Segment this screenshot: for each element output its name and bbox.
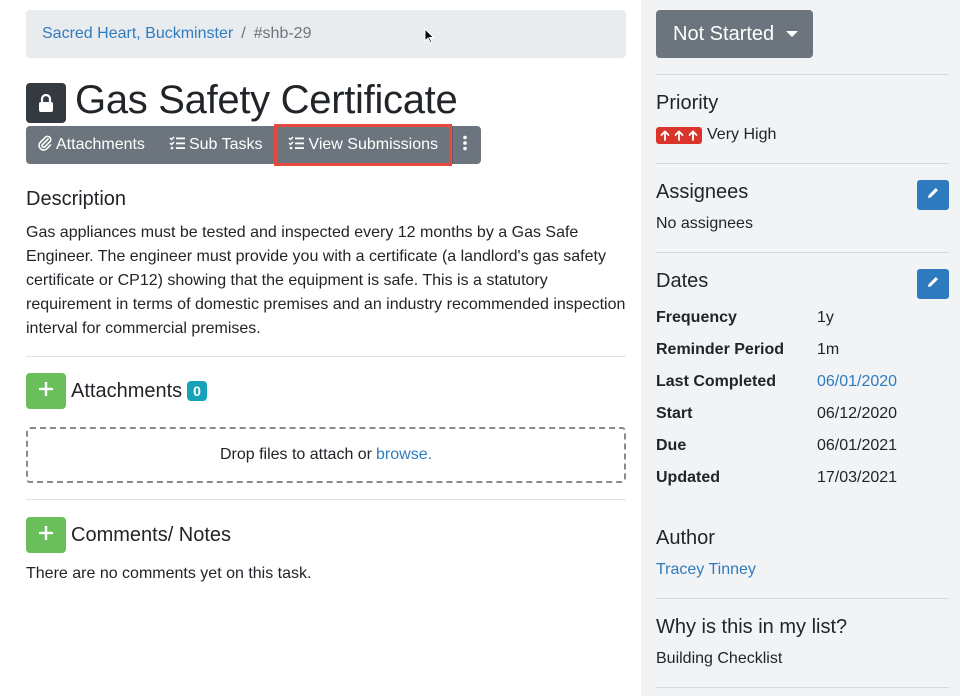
checklist-icon: [288, 135, 308, 155]
date-value: 17/03/2021: [817, 469, 898, 486]
divider: [26, 356, 626, 357]
edit-assignees-button[interactable]: [917, 180, 949, 210]
description-heading: Description: [26, 188, 127, 210]
title-row: Gas Safety Certificate: [26, 78, 458, 123]
plus-icon: [39, 381, 53, 401]
divider: [26, 499, 626, 500]
lock-icon: [26, 82, 66, 123]
dates-row-due: Due 06/01/2021: [656, 430, 897, 462]
dropzone-text: Drop files to attach or: [219, 446, 373, 463]
add-comment-button[interactable]: [26, 517, 66, 553]
dates-table: Frequency 1y Reminder Period 1m Last Com…: [656, 302, 897, 494]
date-value: 06/12/2020: [817, 405, 898, 422]
edit-dates-button[interactable]: [917, 269, 949, 299]
date-value: 1y: [817, 309, 834, 326]
divider: [656, 598, 949, 599]
status-label: Not Started: [673, 22, 775, 45]
dates-heading: Dates: [656, 270, 709, 292]
attachments-section-header: Attachments 0: [26, 373, 207, 409]
comments-heading: Comments/ Notes: [71, 523, 232, 546]
priority-arrows-icon: [656, 126, 702, 144]
date-value: 06/01/2021: [817, 437, 898, 454]
sub-tasks-button-label: Sub Tasks: [188, 136, 263, 153]
divider: [656, 687, 949, 688]
sub-tasks-button[interactable]: Sub Tasks: [157, 126, 275, 164]
priority-heading: Priority: [656, 92, 719, 114]
file-dropzone[interactable]: Drop files to attach or browse.: [26, 427, 626, 483]
breadcrumb-separator: /: [241, 25, 246, 42]
author-link[interactable]: Tracey Tinney: [656, 561, 756, 579]
date-label: Frequency: [656, 309, 737, 326]
paperclip-icon: [38, 135, 56, 156]
no-comments-text: There are no comments yet on this task.: [26, 565, 312, 582]
dates-row-reminder: Reminder Period 1m: [656, 334, 897, 366]
task-sidebar: Not Started Priority Very High Assignees…: [641, 0, 960, 696]
breadcrumb-task-ref: #shb-29: [253, 25, 312, 42]
description-text: Gas appliances must be tested and inspec…: [26, 224, 626, 337]
comments-section-header: Comments/ Notes: [26, 517, 231, 553]
priority-value: Very High: [656, 126, 776, 144]
date-value: 1m: [817, 341, 840, 358]
attachments-count-badge: 0: [187, 381, 207, 401]
attachments-button[interactable]: Attachments: [26, 126, 157, 164]
dates-row-updated: Updated 17/03/2021: [656, 462, 897, 494]
dates-row-start: Start 06/12/2020: [656, 398, 897, 430]
last-completed-link[interactable]: 06/01/2020: [817, 373, 897, 391]
assignees-heading: Assignees: [656, 181, 749, 203]
checklist-icon: [169, 135, 189, 155]
divider: [656, 74, 949, 75]
breadcrumb: Sacred Heart, Buckminster / #shb-29: [26, 10, 626, 58]
view-submissions-button[interactable]: View Submissions: [274, 124, 453, 166]
plus-icon: [39, 525, 53, 545]
attachments-heading: Attachments: [71, 379, 183, 402]
breadcrumb-site-link[interactable]: Sacred Heart, Buckminster: [42, 25, 233, 43]
status-dropdown-button[interactable]: Not Started: [656, 10, 813, 58]
date-label: Start: [656, 405, 693, 422]
kebab-icon: [463, 135, 471, 156]
priority-label: Very High: [707, 126, 777, 143]
add-attachment-button[interactable]: [26, 373, 66, 409]
more-options-button[interactable]: [452, 126, 481, 164]
view-submissions-button-label: View Submissions: [308, 136, 439, 153]
mouse-cursor-icon: [424, 28, 435, 44]
date-label: Updated: [656, 469, 720, 486]
page-title: Gas Safety Certificate: [75, 78, 458, 122]
why-in-list-heading: Why is this in my list?: [656, 616, 848, 638]
pencil-icon: [926, 186, 940, 205]
dates-row-frequency: Frequency 1y: [656, 302, 897, 334]
task-toolbar: Attachments Sub Tasks View Submissions: [26, 124, 482, 166]
caret-down-icon: [786, 31, 799, 37]
date-label: Last Completed: [656, 373, 777, 390]
divider: [656, 252, 949, 253]
assignees-value: No assignees: [656, 215, 753, 232]
browse-link[interactable]: browse.: [376, 446, 432, 464]
attachments-button-label: Attachments: [56, 136, 145, 153]
dates-row-last-completed: Last Completed 06/01/2020: [656, 366, 897, 398]
date-label: Due: [656, 437, 687, 454]
why-in-list-value: Building Checklist: [656, 650, 783, 667]
pencil-icon: [926, 275, 940, 294]
divider: [656, 163, 949, 164]
date-label: Reminder Period: [656, 341, 785, 358]
author-heading: Author: [656, 527, 715, 549]
